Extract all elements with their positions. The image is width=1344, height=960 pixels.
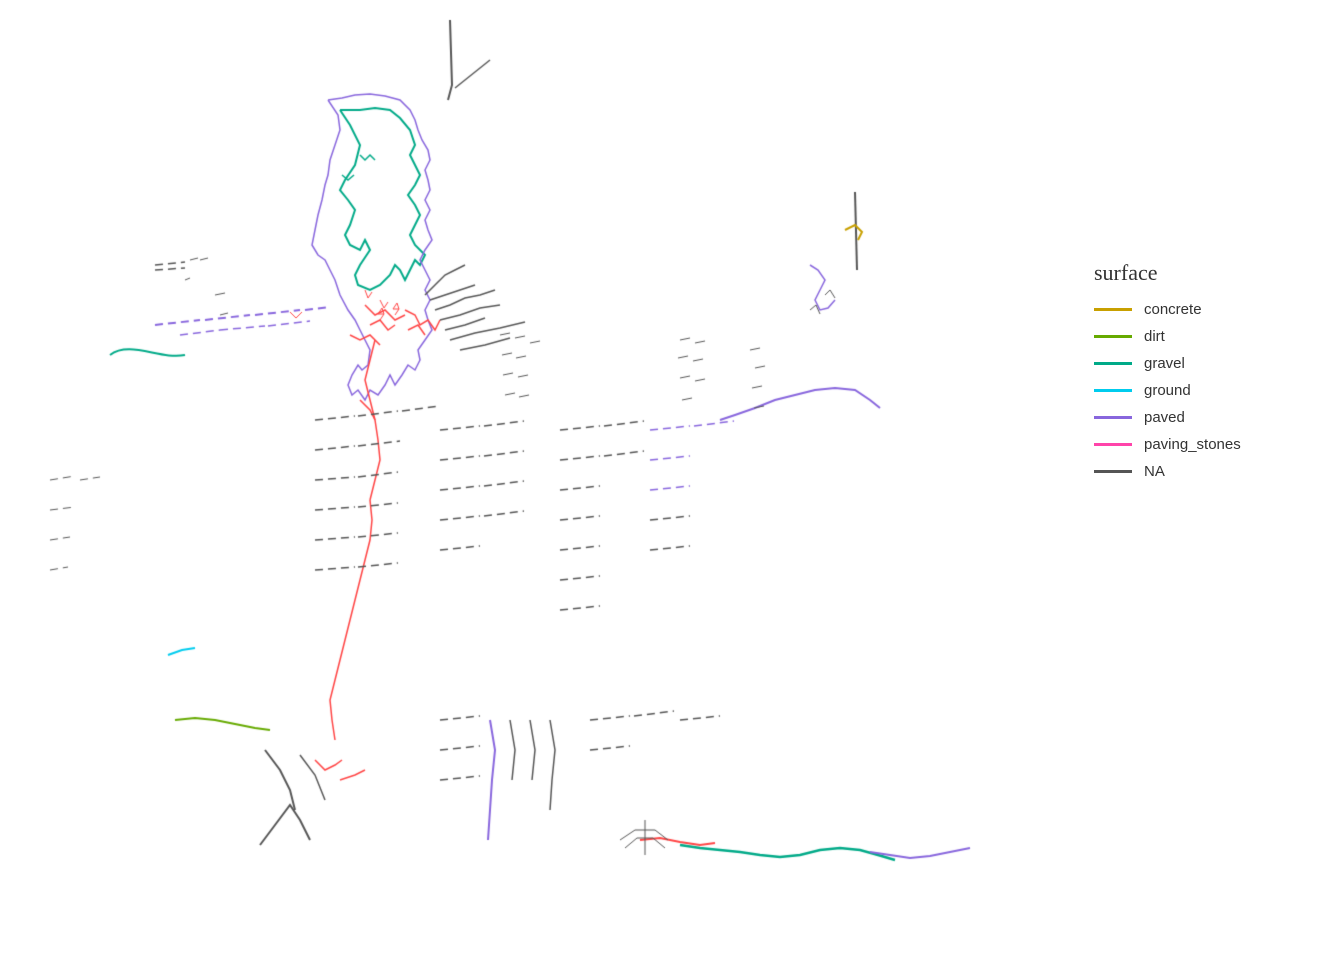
legend-item-paving_stones: paving_stones [1094,436,1314,453]
legend-item-ground: ground [1094,382,1314,399]
legend-item-NA: NA [1094,463,1314,480]
legend-item-paved: paved [1094,409,1314,426]
legend-item-concrete: concrete [1094,301,1314,318]
legend-title: surface [1094,260,1314,286]
legend-item-gravel: gravel [1094,355,1314,372]
legend: surface [1094,260,1314,300]
map-canvas [0,0,1100,960]
legend-item-dirt: dirt [1094,328,1314,345]
